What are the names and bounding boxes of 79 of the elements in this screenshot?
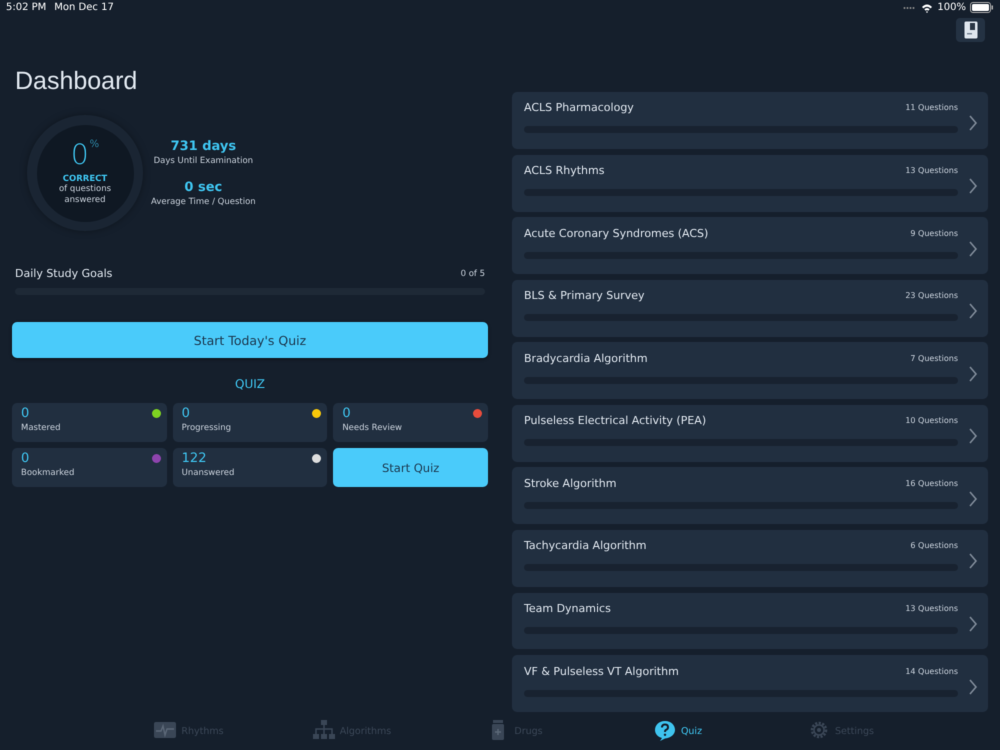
stat-value: 0 sec <box>184 180 222 195</box>
topic-card[interactable]: Bradycardia Algorithm 7 Questions <box>512 342 988 400</box>
battery-percentage: 100% <box>937 2 966 13</box>
status-date: Mon Dec 17 <box>54 2 114 13</box>
score-label: CORRECT <box>62 174 108 184</box>
topic-card[interactable]: ACLS Rhythms 13 Questions <box>512 154 988 212</box>
topic-card[interactable]: BLS & Primary Survey 23 Questions <box>512 280 988 337</box>
tile-value: 0 <box>182 406 190 421</box>
topic-name: ACLS Pharmacology <box>524 101 634 114</box>
score-caption: of questions answered <box>58 184 112 206</box>
question-count: 10 Questions <box>905 416 958 426</box>
topic-name: ACLS Rhythms <box>524 164 604 178</box>
chevron-right-icon <box>968 115 978 132</box>
score-value: 0$^{%}$ <box>70 140 100 170</box>
topic-name: Pulseless Electrical Activity (PEA) <box>524 414 706 428</box>
question-count: 13 Questions <box>905 166 958 176</box>
chevron-right-icon <box>968 366 978 382</box>
battery-icon <box>970 2 994 13</box>
signal-icon <box>903 6 918 10</box>
tile-value: 0 <box>342 406 351 421</box>
topic-card[interactable]: Acute Coronary Syndromes (ACS) 9 Questions <box>512 217 988 274</box>
topic-name: Acute Coronary Syndromes (ACS) <box>524 226 708 240</box>
topic-card[interactable]: Stroke Algorithm 16 Questions <box>512 467 988 524</box>
start-quiz-button[interactable]: Start Quiz <box>333 448 488 487</box>
topic-name: Tachycardia Algorithm <box>524 539 646 552</box>
topic-name: VF & Pulseless VT Algorithm <box>524 664 679 678</box>
start-today-quiz-button[interactable]: Start Today's Quiz <box>12 322 488 358</box>
tile-label: Bookmarked <box>21 468 76 478</box>
question-count: 14 Questions <box>905 666 958 676</box>
topic-name: Bradycardia Algorithm <box>524 352 648 365</box>
question-count: 16 Questions <box>905 478 958 488</box>
stat-label: Days Until Examination <box>154 156 254 166</box>
page-title: Dashboard <box>15 67 138 96</box>
chevron-right-icon <box>968 678 978 695</box>
topic-card[interactable]: Pulseless Electrical Activity (PEA) 10 Questions <box>512 404 988 462</box>
quiz-heading: QUIZ <box>234 377 266 391</box>
tile-value: 0 <box>21 451 30 466</box>
tile-label: Needs Review <box>342 423 403 433</box>
question-count: 23 Questions <box>905 291 958 300</box>
question-count: 6 Questions <box>910 541 958 550</box>
topic-name: BLS & Primary Survey <box>524 289 644 302</box>
question-count: 13 Questions <box>905 604 958 613</box>
quiz-stat-tile[interactable]: 0 Bookmarked <box>12 448 167 487</box>
chevron-right-icon <box>968 428 978 444</box>
question-count: 7 Questions <box>910 354 958 363</box>
goals-label: Daily Study Goals <box>15 267 112 280</box>
quiz-stat-tile[interactable]: 0 Mastered <box>12 403 167 442</box>
quiz-stat-tile[interactable]: 0 Progressing <box>172 403 328 442</box>
goals-count: 0 of 5 <box>460 268 485 278</box>
tile-label: Progressing <box>182 423 232 433</box>
question-count: 11 Questions <box>905 103 958 112</box>
topic-card[interactable]: Team Dynamics 13 Questions <box>512 592 988 650</box>
stat-label: Average Time / Question <box>151 197 256 207</box>
tile-label: Mastered <box>21 423 62 433</box>
topic-name: Team Dynamics <box>524 602 611 615</box>
wifi-icon <box>921 2 934 12</box>
chevron-right-icon <box>968 553 978 570</box>
question-bubble-icon <box>654 720 676 742</box>
status-time: 5:02 PM <box>6 2 46 13</box>
quiz-stat-tile[interactable]: 122 Unanswered <box>172 448 328 487</box>
topic-card[interactable]: Tachycardia Algorithm 6 Questions <box>512 530 988 587</box>
tab-bar-item[interactable]: Quiz <box>596 720 760 742</box>
chevron-right-icon <box>968 240 978 257</box>
tile-value: 122 <box>182 451 206 466</box>
flowchart-icon <box>312 720 335 742</box>
chevron-right-icon <box>968 616 978 632</box>
chevron-right-icon <box>968 178 978 194</box>
chevron-right-icon <box>968 303 978 320</box>
topic-card[interactable]: ACLS Pharmacology 11 Questions <box>512 92 988 149</box>
tile-label: Unanswered <box>182 468 236 478</box>
document-icon <box>964 21 978 39</box>
chevron-right-icon <box>968 490 978 507</box>
topic-name: Stroke Algorithm <box>524 476 616 490</box>
question-count: 9 Questions <box>910 228 958 238</box>
quiz-stat-tile[interactable]: 0 Needs Review <box>333 403 488 442</box>
tile-value: 0 <box>21 406 30 421</box>
topic-card[interactable]: VF & Pulseless VT Algorithm 14 Questions <box>512 655 988 712</box>
document-button[interactable] <box>956 18 985 42</box>
stat-value: 731 days <box>170 139 236 154</box>
